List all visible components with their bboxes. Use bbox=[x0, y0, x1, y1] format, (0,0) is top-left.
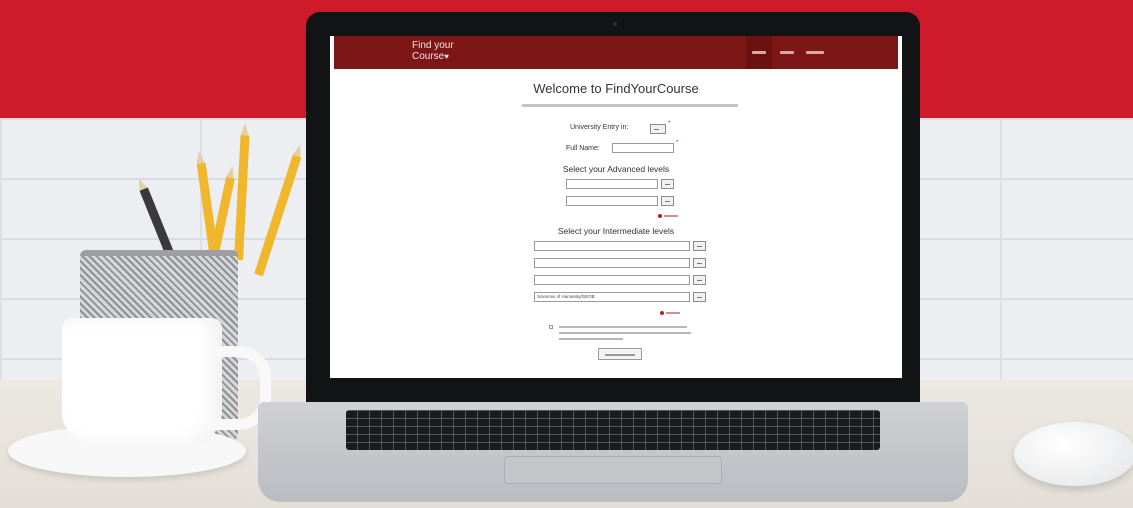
intermediate-level-remove-button[interactable] bbox=[693, 258, 706, 268]
advanced-level-remove-button[interactable] bbox=[661, 196, 674, 206]
consent-text bbox=[559, 338, 623, 340]
laptop-screen: Find your Course♥ Welcome to FindYourCou… bbox=[330, 36, 902, 378]
find-course-button[interactable] bbox=[598, 348, 642, 360]
logo-line2: Course bbox=[412, 51, 445, 62]
intermediate-title: Select your Intermediate levels bbox=[557, 226, 675, 236]
coffee-mug bbox=[62, 318, 222, 444]
trackpad bbox=[504, 456, 722, 484]
add-intermediate-icon[interactable] bbox=[660, 311, 664, 315]
consent-checkbox[interactable] bbox=[549, 325, 553, 329]
advanced-level-remove-button[interactable] bbox=[661, 179, 674, 189]
name-label: Full Name: bbox=[566, 145, 600, 152]
logo-line1: Find your bbox=[412, 40, 454, 51]
intermediate-level-remove-button[interactable] bbox=[693, 275, 706, 285]
entry-label: University Entry in: bbox=[570, 124, 629, 131]
add-advanced-link[interactable] bbox=[664, 215, 678, 217]
intermediate-level-remove-button[interactable] bbox=[693, 292, 706, 302]
nav-link-3[interactable] bbox=[806, 51, 824, 54]
intro-text bbox=[522, 104, 738, 107]
navbar: Find your Course♥ bbox=[334, 36, 898, 69]
consent-text bbox=[559, 326, 687, 328]
entry-year-select[interactable] bbox=[650, 124, 666, 134]
camera-icon bbox=[613, 22, 617, 26]
add-intermediate-link[interactable] bbox=[666, 312, 680, 314]
advanced-title: Select your Advanced levels bbox=[562, 164, 670, 174]
nav-link-1[interactable] bbox=[752, 51, 766, 54]
intermediate-level-input[interactable]: Sciences of Humanity/GEOB bbox=[534, 292, 690, 302]
consent-text bbox=[559, 332, 691, 334]
intermediate-level-input[interactable] bbox=[534, 258, 690, 268]
advanced-level-input[interactable] bbox=[566, 196, 658, 206]
advanced-level-input[interactable] bbox=[566, 179, 658, 189]
heart-icon: ♥ bbox=[444, 52, 449, 61]
full-name-input[interactable] bbox=[612, 143, 674, 153]
intermediate-level-remove-button[interactable] bbox=[693, 241, 706, 251]
keyboard bbox=[346, 410, 880, 450]
nav-link-2[interactable] bbox=[780, 51, 794, 54]
mouse bbox=[1014, 422, 1133, 486]
intermediate-level-input[interactable] bbox=[534, 241, 690, 251]
required-star: * bbox=[676, 140, 679, 146]
intermediate-level-input[interactable] bbox=[534, 275, 690, 285]
page-title: Welcome to FindYourCourse bbox=[533, 81, 699, 96]
add-advanced-icon[interactable] bbox=[658, 214, 662, 218]
site-logo[interactable]: Find your Course♥ bbox=[412, 40, 454, 62]
required-star: * bbox=[668, 121, 671, 127]
